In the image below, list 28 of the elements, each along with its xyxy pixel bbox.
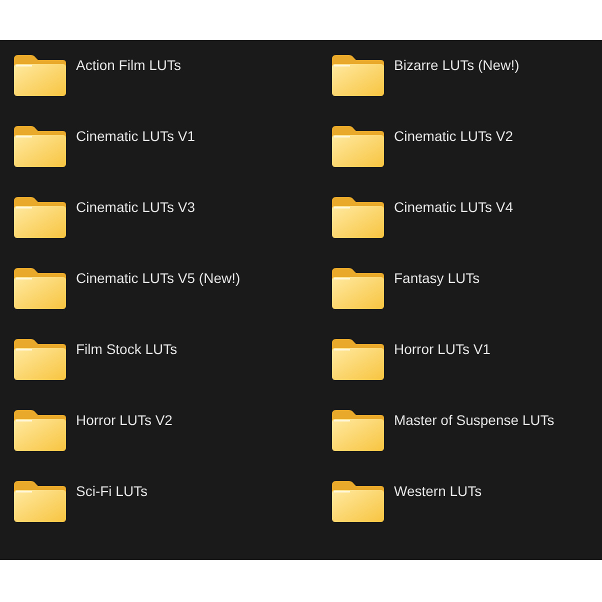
folder-icon[interactable] — [331, 410, 385, 452]
folder-name[interactable]: Western LUTs — [394, 483, 482, 499]
folder-name[interactable]: Cinematic LUTs V3 — [76, 199, 196, 215]
folder-name[interactable]: Bizarre LUTs (New!) — [394, 57, 520, 73]
folder-name[interactable]: Cinematic LUTs V5 (New!) — [76, 270, 240, 286]
folder-name[interactable]: Horror LUTs V2 — [76, 412, 172, 428]
folder-name[interactable]: Master of Suspense LUTs — [394, 412, 554, 428]
folder-icon[interactable] — [13, 126, 67, 168]
folder-name[interactable]: Film Stock LUTs — [76, 341, 178, 357]
folder-name[interactable]: Action Film LUTs — [76, 57, 182, 73]
folder-icon[interactable] — [331, 197, 385, 239]
folder-icon[interactable] — [13, 55, 67, 97]
folder-icon[interactable] — [331, 126, 385, 168]
folder-icon[interactable] — [331, 339, 385, 381]
folder-name[interactable]: Sci-Fi LUTs — [76, 483, 148, 499]
folder-name[interactable]: Cinematic LUTs V1 — [76, 128, 196, 144]
folder-icon[interactable] — [13, 410, 67, 452]
folder-icon[interactable] — [13, 197, 67, 239]
folder-icon[interactable] — [331, 481, 385, 523]
folder-icon[interactable] — [13, 481, 67, 523]
folder-name[interactable]: Cinematic LUTs V4 — [394, 199, 514, 215]
folder-name[interactable]: Cinematic LUTs V2 — [394, 128, 514, 144]
folder-icon[interactable] — [13, 339, 67, 381]
folder-name[interactable]: Fantasy LUTs — [394, 270, 480, 286]
folder-icon[interactable] — [13, 268, 67, 310]
folder-icon[interactable] — [331, 268, 385, 310]
folder-icon[interactable] — [331, 55, 385, 97]
folder-name[interactable]: Horror LUTs V1 — [394, 341, 490, 357]
